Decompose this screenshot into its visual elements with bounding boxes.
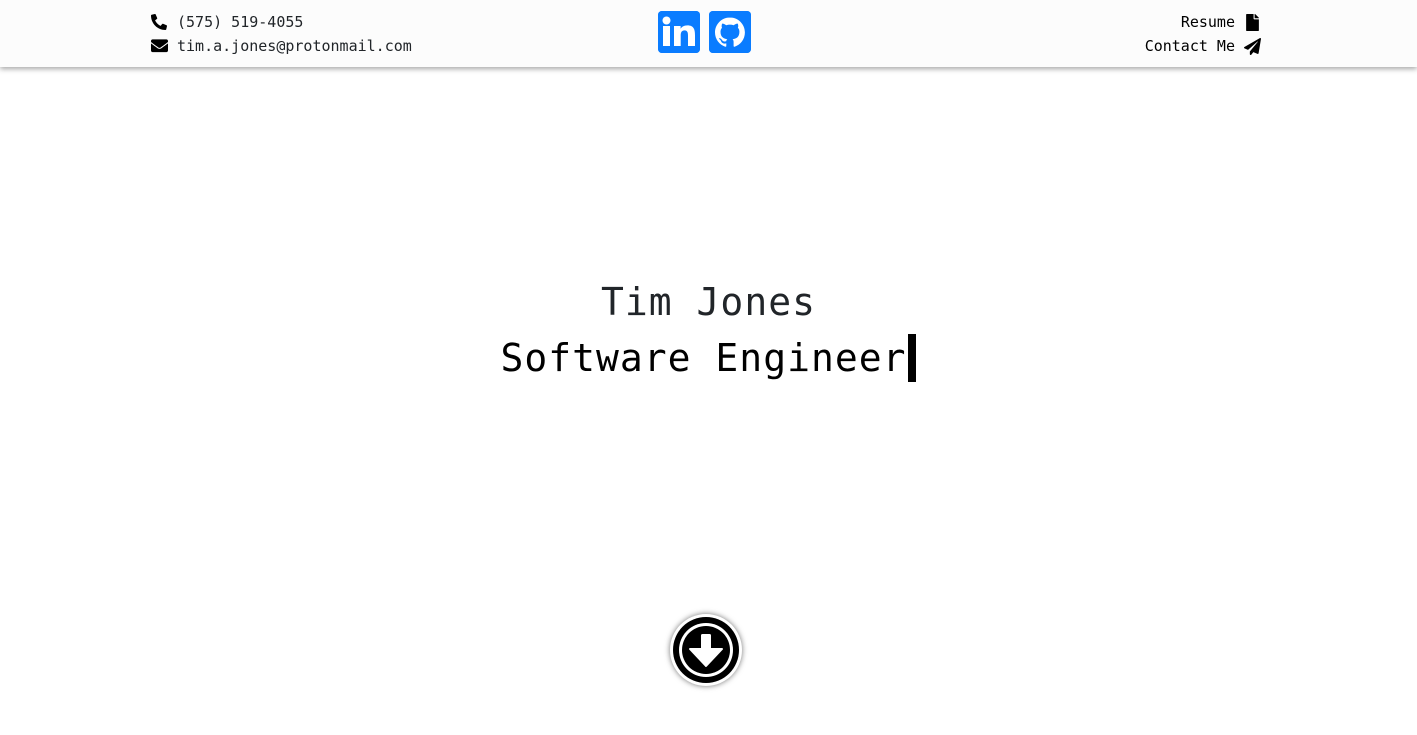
github-link[interactable]	[709, 11, 751, 53]
contact-info: (575) 519-4055 tim.a.jones@protonmail.co…	[150, 10, 412, 58]
hero-name: Tim Jones	[601, 280, 816, 324]
envelope-icon	[150, 37, 168, 55]
nav-links: Resume Contact Me	[1145, 10, 1261, 58]
resume-link[interactable]: Resume	[1145, 10, 1261, 34]
top-header: (575) 519-4055 tim.a.jones@protonmail.co…	[0, 0, 1417, 67]
arrow-circle-down-icon	[673, 617, 739, 683]
scroll-down-button[interactable]	[670, 614, 742, 686]
github-icon	[709, 11, 751, 53]
phone-contact[interactable]: (575) 519-4055	[150, 10, 412, 34]
typing-cursor	[908, 334, 917, 382]
linkedin-icon	[658, 11, 700, 53]
phone-icon	[150, 13, 168, 31]
phone-number: (575) 519-4055	[177, 13, 304, 31]
resume-label: Resume	[1180, 13, 1235, 31]
email-address: tim.a.jones@protonmail.com	[177, 37, 412, 55]
hero-title: Software Engineer	[500, 336, 907, 380]
email-contact[interactable]: tim.a.jones@protonmail.com	[150, 34, 412, 58]
linkedin-link[interactable]	[658, 11, 700, 53]
file-icon	[1243, 13, 1261, 31]
paper-plane-icon	[1243, 37, 1261, 55]
social-links	[658, 11, 751, 53]
hero-title-wrap: Software Engineer	[0, 334, 1417, 382]
contact-me-link[interactable]: Contact Me	[1145, 34, 1261, 58]
contact-me-label: Contact Me	[1144, 37, 1235, 55]
